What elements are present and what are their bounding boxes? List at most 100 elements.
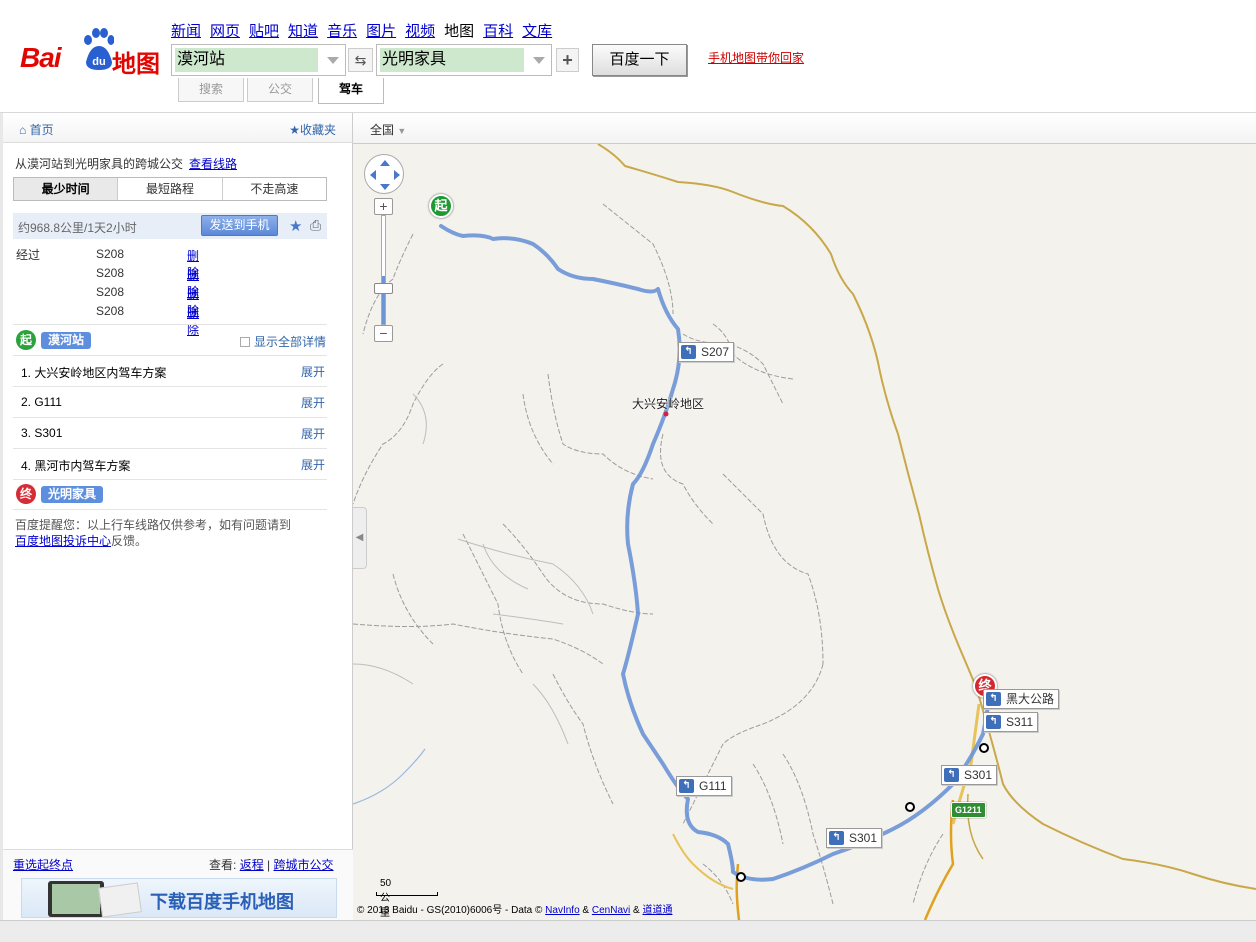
zoom-out-button[interactable]: − bbox=[374, 325, 393, 342]
checkbox[interactable] bbox=[240, 337, 250, 347]
nav-zhidao[interactable]: 知道 bbox=[288, 23, 318, 40]
tab-search[interactable]: 搜索 bbox=[178, 78, 244, 102]
route-title-text: 从漠河站到光明家具的跨城公交 bbox=[15, 157, 184, 171]
route-distance-time: 约968.8公里/1天2小时 bbox=[18, 221, 137, 235]
to-input[interactable]: 光明家具 bbox=[376, 44, 552, 76]
intercity-bus-link[interactable]: 跨城市公交 bbox=[274, 858, 334, 872]
road-tag[interactable]: ↰ S311 bbox=[983, 712, 1039, 732]
road-tag-label: G111 bbox=[699, 779, 727, 793]
tab-bus[interactable]: 公交 bbox=[247, 78, 313, 102]
option-least-time[interactable]: 最少时间 bbox=[14, 178, 119, 200]
divider bbox=[13, 479, 327, 480]
option-no-highway[interactable]: 不走高速 bbox=[222, 178, 326, 200]
turn-icon: ↰ bbox=[681, 345, 696, 359]
pan-control[interactable] bbox=[364, 154, 404, 194]
start-place-tag[interactable]: 漠河站 bbox=[41, 332, 92, 349]
step-item[interactable]: 1. 大兴安岭地区内驾车方案 bbox=[21, 364, 166, 381]
place-dot bbox=[663, 411, 669, 417]
map-canvas[interactable]: 大兴安岭地区 起 终 ↰ S207 ↰ G111 ↰ S301 ↰ S301 ↰ S311… bbox=[353, 144, 1256, 920]
via-row: S208 删除 bbox=[96, 247, 199, 280]
logo-du-text: du bbox=[92, 56, 105, 68]
navinfo-link[interactable]: NavInfo bbox=[545, 905, 579, 916]
mobile-map-link[interactable]: 手机地图带你回家 bbox=[708, 49, 804, 66]
baidu-map-logo[interactable]: Bai du 地图 bbox=[20, 26, 160, 78]
city-selector[interactable]: 全国 ▼ bbox=[370, 121, 406, 138]
nav-map[interactable]: 地图 bbox=[444, 23, 474, 40]
mobile-app-banner[interactable]: 下载百度手机地图 bbox=[21, 878, 337, 918]
daodaotong-link[interactable]: 道道通 bbox=[642, 905, 672, 916]
swap-icon[interactable]: ⇆ bbox=[348, 48, 373, 72]
divider bbox=[13, 417, 327, 418]
zoom-control: + − bbox=[374, 198, 394, 344]
turn-icon: ↰ bbox=[986, 715, 1001, 729]
logo-text: Bai bbox=[20, 42, 62, 73]
to-input-value[interactable]: 光明家具 bbox=[380, 48, 524, 72]
road-tag[interactable]: ↰ 黑大公路 bbox=[983, 689, 1060, 709]
chevron-down-icon: ▼ bbox=[397, 126, 407, 136]
from-input[interactable]: 漠河站 bbox=[171, 44, 346, 76]
via-row: S208 删除 bbox=[96, 285, 199, 318]
send-to-phone-button[interactable]: 发送到手机 bbox=[201, 215, 278, 236]
county-borders bbox=[353, 203, 944, 905]
reselect-points-link[interactable]: 重选起终点 bbox=[13, 856, 73, 873]
baidu-paw-icon: du bbox=[84, 28, 114, 70]
route-title: 从漠河站到光明家具的跨城公交 查看线路 bbox=[15, 155, 237, 172]
cennavi-link[interactable]: CenNavi bbox=[592, 905, 630, 916]
nav-video[interactable]: 视频 bbox=[405, 23, 435, 40]
nav-web[interactable]: 网页 bbox=[210, 23, 240, 40]
banner-text: 下载百度手机地图 bbox=[150, 892, 294, 912]
divider bbox=[13, 448, 327, 449]
panel-footer: 重选起终点 查看: 返程 | 跨城市公交 下载百度手机地图 bbox=[3, 849, 353, 920]
divider bbox=[13, 509, 327, 510]
return-trip-link[interactable]: 返程 bbox=[240, 858, 264, 872]
print-icon[interactable]: ⎙ bbox=[310, 217, 321, 234]
via-delete-link[interactable]: 删除 bbox=[187, 304, 199, 338]
zoom-in-button[interactable]: + bbox=[374, 198, 393, 215]
nav-baike[interactable]: 百科 bbox=[483, 23, 513, 40]
to-dropdown-arrow-icon[interactable] bbox=[533, 57, 545, 64]
collapse-panel-handle[interactable]: ◀ bbox=[353, 507, 367, 569]
nav-wenku[interactable]: 文库 bbox=[522, 23, 552, 40]
nav-music[interactable]: 音乐 bbox=[327, 23, 357, 40]
nav-tieba[interactable]: 贴吧 bbox=[249, 23, 279, 40]
start-badge: 起 bbox=[16, 330, 36, 350]
zoom-slider-track[interactable] bbox=[381, 215, 386, 325]
from-input-value[interactable]: 漠河站 bbox=[175, 48, 318, 72]
tab-drive[interactable]: 驾车 bbox=[318, 78, 384, 104]
plus-icon[interactable]: + bbox=[556, 48, 579, 72]
route-summary: 约968.8公里/1天2小时 发送到手机 ★ ⎙ bbox=[13, 213, 327, 239]
road-tag[interactable]: ↰ G111 bbox=[676, 776, 732, 796]
view-route-link[interactable]: 查看线路 bbox=[189, 157, 237, 171]
route-options: 最少时间 最短路程 不走高速 bbox=[13, 177, 327, 201]
pan-arrows-icon bbox=[370, 160, 400, 190]
home-link[interactable]: ⌂ 首页 bbox=[19, 121, 54, 138]
copyright-text: © 2013 Baidu - GS(2010)6006号 - Data © bbox=[357, 905, 543, 916]
zoom-slider-thumb[interactable] bbox=[374, 283, 393, 294]
nav-news[interactable]: 新闻 bbox=[171, 23, 201, 40]
home-label: 首页 bbox=[29, 123, 54, 137]
start-marker[interactable]: 起 bbox=[429, 194, 455, 224]
road-tag-label: S301 bbox=[964, 768, 993, 782]
show-all-details-toggle[interactable]: 显示全部详情 bbox=[240, 333, 326, 350]
step-item[interactable]: 4. 黑河市内驾车方案 bbox=[21, 457, 130, 474]
road-tag[interactable]: ↰ S301 bbox=[941, 765, 998, 785]
from-dropdown-arrow-icon[interactable] bbox=[327, 57, 339, 64]
complaint-center-link[interactable]: 百度地图投诉中心 bbox=[15, 534, 111, 548]
step-expand-link[interactable]: 展开 bbox=[301, 425, 325, 442]
place-label: 大兴安岭地区 bbox=[632, 397, 705, 411]
notice-tail: 反馈。 bbox=[111, 534, 148, 548]
nav-images[interactable]: 图片 bbox=[366, 23, 396, 40]
option-shortest[interactable]: 最短路程 bbox=[118, 178, 223, 200]
favorite-star-icon[interactable]: ★ bbox=[289, 217, 302, 235]
road-tag[interactable]: ↰ S301 bbox=[826, 828, 883, 848]
view-label: 查看: bbox=[209, 858, 237, 872]
step-item[interactable]: 2. G111 bbox=[21, 395, 62, 409]
road-tag[interactable]: ↰ S207 bbox=[678, 342, 735, 362]
end-place-tag[interactable]: 光明家具 bbox=[41, 486, 104, 503]
search-button[interactable]: 百度一下 bbox=[592, 44, 687, 76]
step-expand-link[interactable]: 展开 bbox=[301, 394, 325, 411]
step-expand-link[interactable]: 展开 bbox=[301, 456, 325, 473]
step-expand-link[interactable]: 展开 bbox=[301, 363, 325, 380]
step-item[interactable]: 3. S301 bbox=[21, 426, 62, 440]
favorites-link[interactable]: ★收藏夹 bbox=[289, 121, 336, 138]
